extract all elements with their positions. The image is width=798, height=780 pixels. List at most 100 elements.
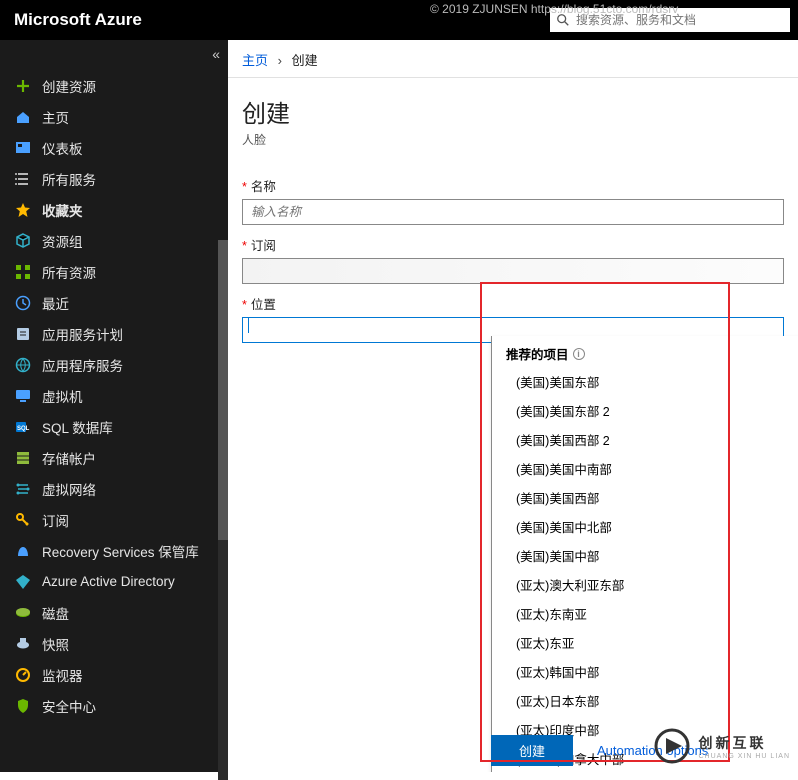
sidebar-item-shield[interactable]: 安全中心 (0, 690, 228, 721)
sidebar-item-label: 最近 (42, 293, 69, 313)
sidebar-item-label: 监视器 (42, 665, 83, 685)
subscription-select[interactable] (242, 258, 784, 284)
sidebar-item-cube[interactable]: 资源组 (0, 225, 228, 256)
subscription-label: *订阅 (242, 235, 784, 254)
location-option[interactable]: (亚太)东亚 (492, 628, 798, 657)
sidebar-item-vm[interactable]: 虚拟机 (0, 380, 228, 411)
storage-icon (14, 449, 32, 467)
location-option[interactable]: (亚太)澳大利亚东部 (492, 570, 798, 599)
location-option[interactable]: (美国)美国中南部 (492, 454, 798, 483)
sidebar-item-label: 磁盘 (42, 603, 69, 623)
vault-icon (14, 542, 32, 560)
sidebar-item-dashboard[interactable]: 仪表板 (0, 132, 228, 163)
sidebar-item-clock[interactable]: 最近 (0, 287, 228, 318)
location-option[interactable]: (亚太)日本东部 (492, 686, 798, 715)
sidebar-item-sql[interactable]: SQL SQL 数据库 (0, 411, 228, 442)
sidebar-item-monitor[interactable]: 监视器 (0, 659, 228, 690)
location-dropdown: 推荐的项目 i (美国)美国东部(美国)美国东部 2(美国)美国西部 2(美国)… (491, 336, 798, 772)
dropdown-header: 推荐的项目 i (492, 336, 798, 367)
cube-icon (14, 232, 32, 250)
sidebar-item-label: 订阅 (42, 510, 69, 530)
sidebar-item-plan[interactable]: 应用服务计划 (0, 318, 228, 349)
sidebar-item-vnet[interactable]: 虚拟网络 (0, 473, 228, 504)
sidebar-item-star[interactable]: 收藏夹 (0, 194, 228, 225)
corner-logo-subtext: CHUANG XIN HU LIAN (698, 753, 790, 760)
sidebar-item-snapshot[interactable]: 快照 (0, 628, 228, 659)
location-label: *位置 (242, 294, 784, 313)
list-icon (14, 170, 32, 188)
sidebar-item-key[interactable]: 订阅 (0, 504, 228, 535)
breadcrumb-current: 创建 (292, 53, 318, 68)
vnet-icon (14, 480, 32, 498)
aad-icon (14, 573, 32, 591)
collapse-icon[interactable]: « (212, 46, 220, 62)
grid-icon (14, 263, 32, 281)
sidebar-item-storage[interactable]: 存储帐户 (0, 442, 228, 473)
location-option[interactable]: (美国)美国中北部 (492, 512, 798, 541)
breadcrumb: 主页 › 创建 (228, 40, 798, 78)
sidebar-item-label: 创建资源 (42, 76, 96, 96)
corner-logo-text: 创新互联 (698, 733, 790, 753)
sidebar-item-label: 应用服务计划 (42, 324, 123, 344)
sidebar-item-label: 存储帐户 (42, 448, 96, 468)
disk-icon (14, 604, 32, 622)
clock-icon (14, 294, 32, 312)
sidebar-item-label: SQL 数据库 (42, 417, 113, 437)
sidebar-item-label: 资源组 (42, 231, 83, 251)
sidebar-item-globe[interactable]: 应用程序服务 (0, 349, 228, 380)
sidebar-item-label: 虚拟机 (42, 386, 83, 406)
location-option[interactable]: (亚太)东南亚 (492, 599, 798, 628)
sidebar-item-label: 安全中心 (42, 696, 96, 716)
sidebar-item-plus[interactable]: 创建资源 (0, 70, 228, 101)
sidebar-scrollbar-thumb[interactable] (218, 240, 228, 540)
sql-icon: SQL (14, 418, 32, 436)
watermark-text: © 2019 ZJUNSEN https://blog.51cto.com/rd… (430, 2, 678, 16)
plan-icon (14, 325, 32, 343)
monitor-icon (14, 666, 32, 684)
location-option[interactable]: (美国)美国中部 (492, 541, 798, 570)
key-icon (14, 511, 32, 529)
location-option[interactable]: (美国)美国西部 (492, 483, 798, 512)
sidebar-item-label: 收藏夹 (42, 200, 83, 220)
form-area: *名称 *订阅 *位置 (228, 158, 798, 343)
sidebar-item-aad[interactable]: Azure Active Directory (0, 566, 228, 597)
sidebar-item-label: 应用程序服务 (42, 355, 123, 375)
sidebar-item-grid[interactable]: 所有资源 (0, 256, 228, 287)
breadcrumb-home[interactable]: 主页 (242, 53, 268, 68)
location-option[interactable]: (亚太)韩国中部 (492, 657, 798, 686)
sidebar-item-label: 快照 (42, 634, 69, 654)
name-input[interactable] (242, 199, 784, 225)
sidebar-item-label: 所有服务 (42, 169, 96, 189)
sidebar-item-label: 仪表板 (42, 138, 83, 158)
text-cursor (248, 317, 249, 333)
shield-icon (14, 697, 32, 715)
sidebar-item-list[interactable]: 所有服务 (0, 163, 228, 194)
sidebar-item-label: 虚拟网络 (42, 479, 96, 499)
create-button[interactable]: 创建 (491, 735, 573, 766)
plus-icon (14, 77, 32, 95)
sidebar-item-label: Azure Active Directory (42, 574, 175, 589)
home-icon (14, 108, 32, 126)
sidebar-item-label: 所有资源 (42, 262, 96, 282)
sidebar-item-home[interactable]: 主页 (0, 101, 228, 132)
svg-text:SQL: SQL (17, 426, 30, 432)
dashboard-icon (14, 139, 32, 157)
snapshot-icon (14, 635, 32, 653)
sidebar: « 创建资源主页仪表板所有服务收藏夹资源组所有资源最近应用服务计划应用程序服务虚… (0, 40, 228, 772)
content-blade: 主页 › 创建 创建 人脸 *名称 *订阅 *位置 推荐的项目 i (美国)美国… (228, 40, 798, 772)
info-icon[interactable]: i (573, 348, 585, 360)
brand-label: Microsoft Azure (14, 10, 142, 30)
location-option[interactable]: (美国)美国西部 2 (492, 425, 798, 454)
blade-subtitle: 人脸 (228, 131, 798, 158)
top-bar: Microsoft Azure (0, 0, 798, 40)
vm-icon (14, 387, 32, 405)
location-option[interactable]: (美国)美国东部 (492, 367, 798, 396)
star-icon (14, 201, 32, 219)
corner-logo-icon (652, 726, 692, 766)
name-label: *名称 (242, 176, 784, 195)
sidebar-scrollbar[interactable] (218, 240, 228, 780)
location-option[interactable]: (美国)美国东部 2 (492, 396, 798, 425)
sidebar-item-label: Recovery Services 保管库 (42, 541, 199, 561)
sidebar-item-vault[interactable]: Recovery Services 保管库 (0, 535, 228, 566)
sidebar-item-disk[interactable]: 磁盘 (0, 597, 228, 628)
